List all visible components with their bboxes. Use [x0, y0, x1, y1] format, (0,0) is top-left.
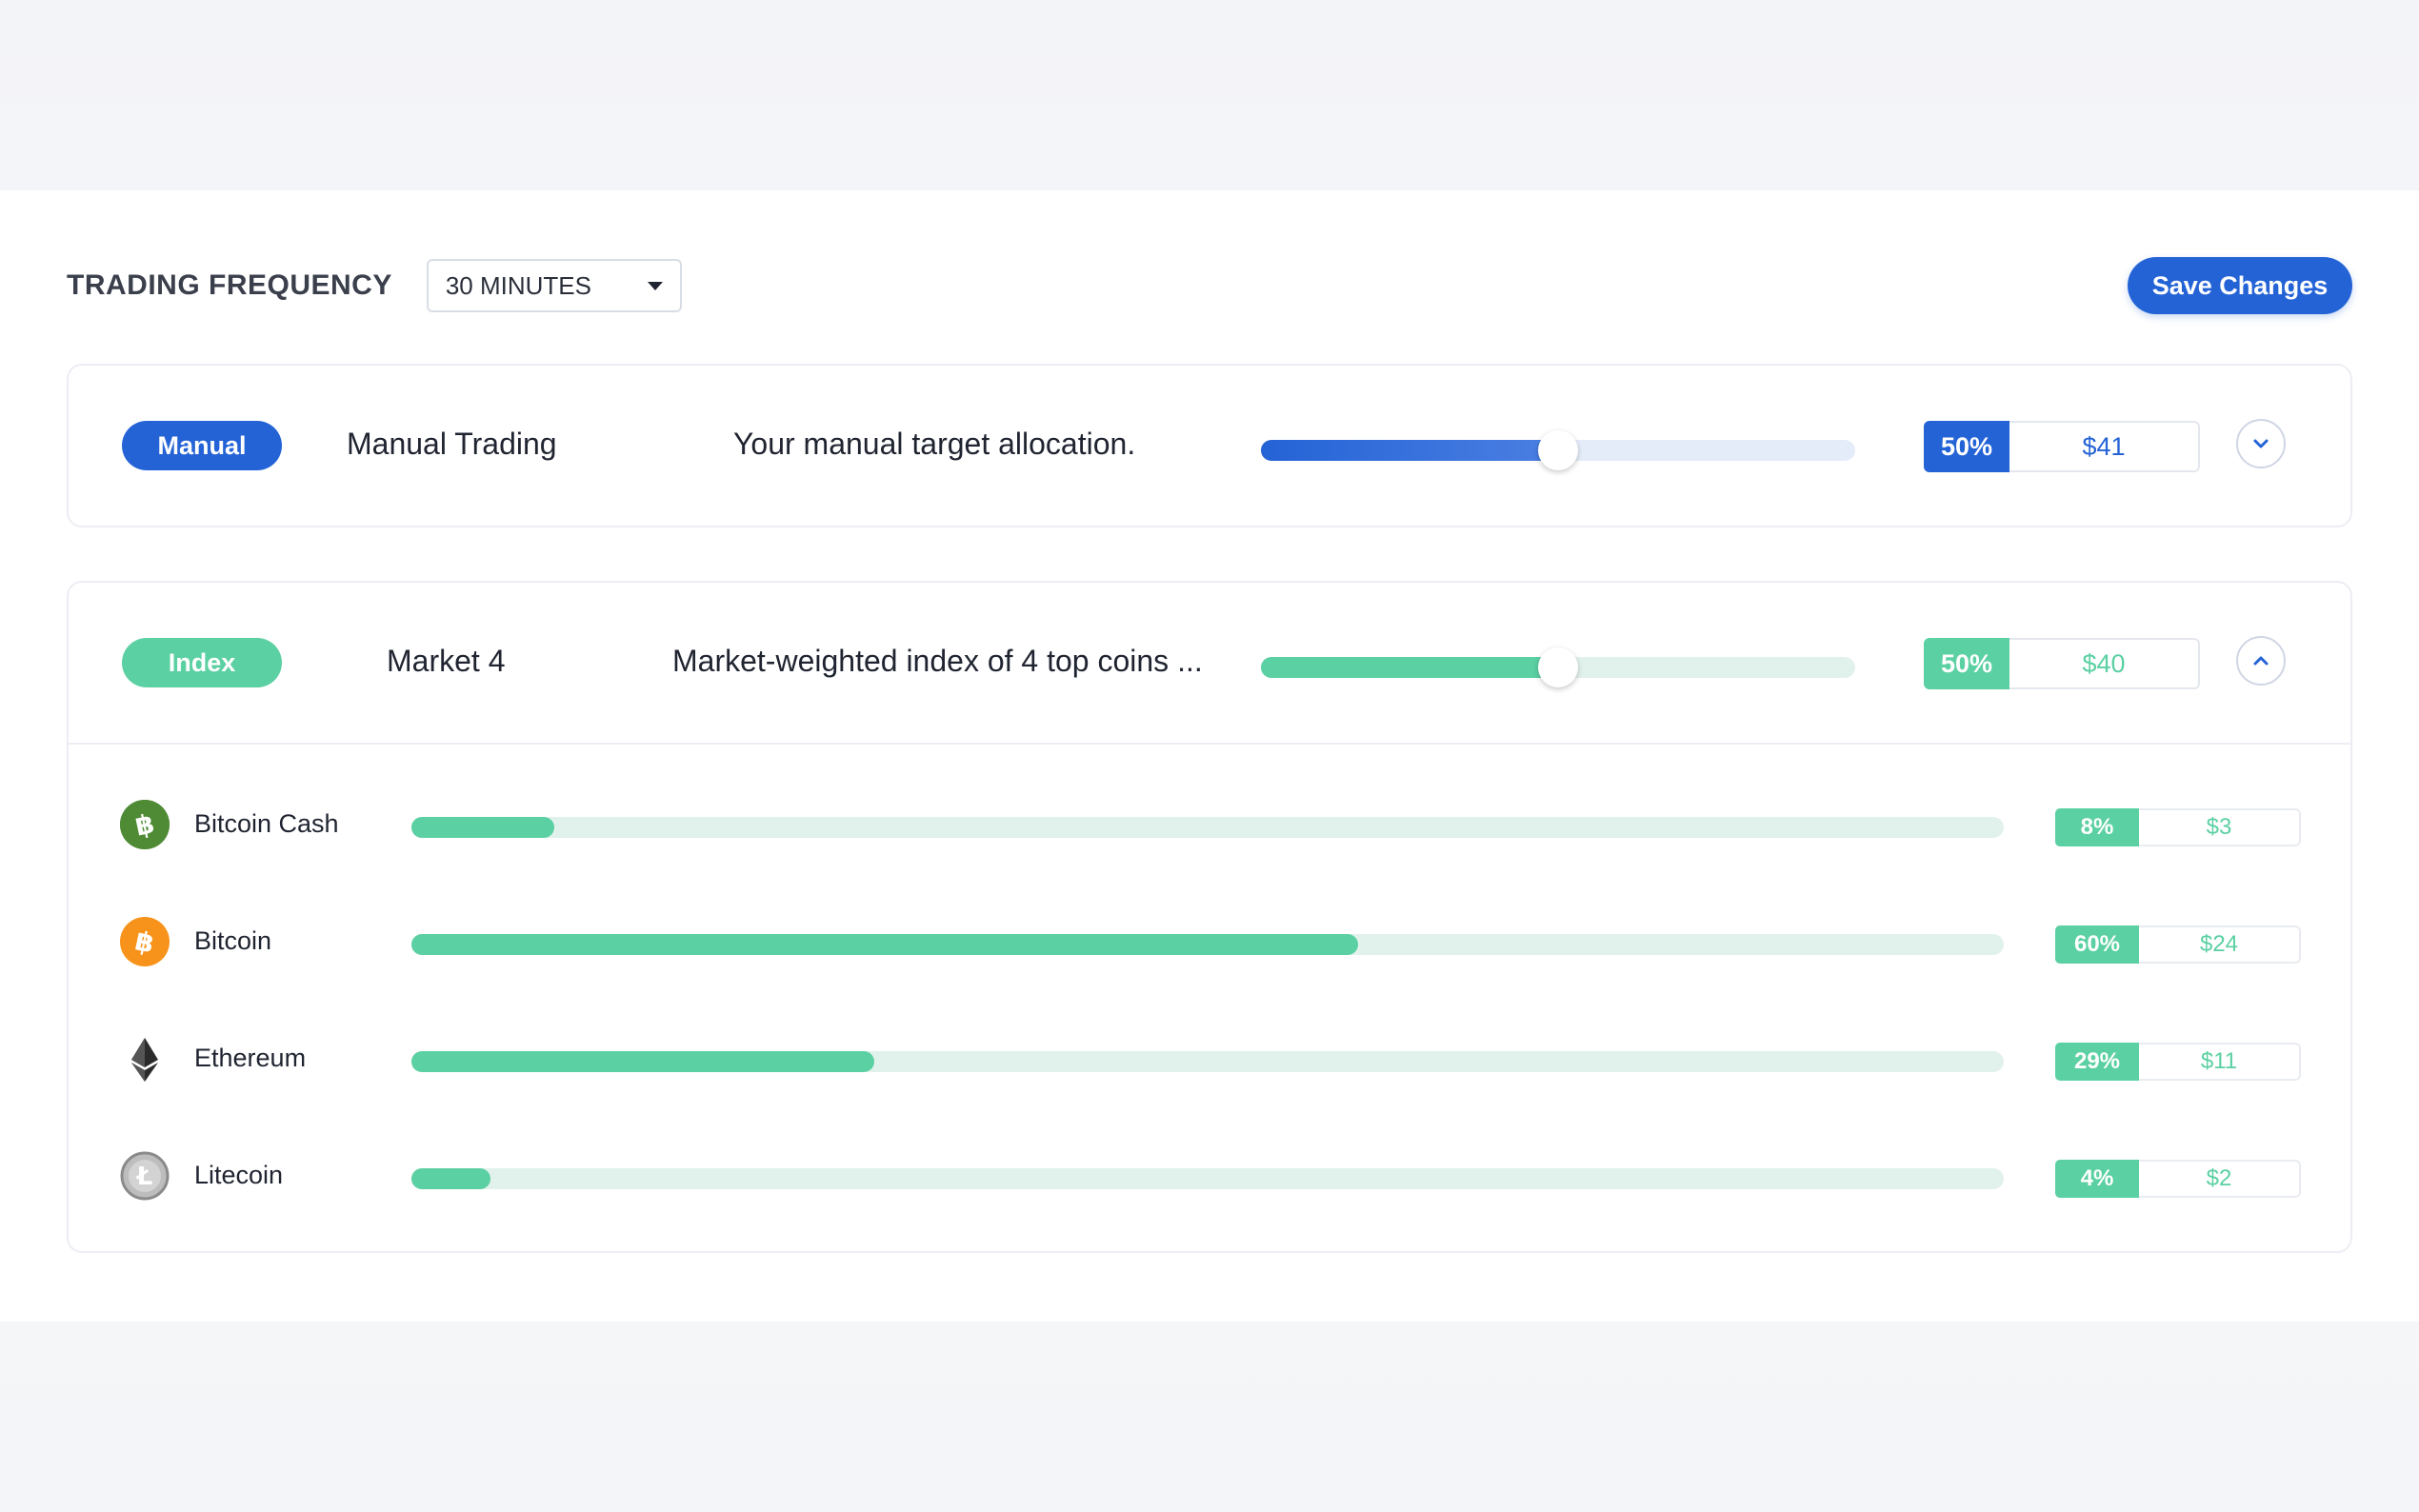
- coin-name: Bitcoin: [194, 926, 272, 955]
- coin-amount: $2: [2139, 1160, 2301, 1198]
- strategy-card-index: Index Market 4 Market-weighted index of …: [67, 581, 2352, 1253]
- strategy-card-manual: Manual Manual Trading Your manual target…: [67, 364, 2352, 527]
- chevron-up-icon: [2253, 656, 2269, 666]
- slider-fill: [1261, 657, 1558, 678]
- slider-handle[interactable]: [1538, 647, 1578, 687]
- coin-allocation-box: 60% $24: [2055, 925, 2301, 964]
- allocation-percent: 50%: [1924, 421, 2009, 472]
- chevron-down-icon: [2253, 439, 2269, 448]
- strategy-row: Manual Manual Trading Your manual target…: [69, 366, 2350, 526]
- frequency-dropdown[interactable]: 30 MINUTES: [426, 259, 682, 312]
- coin-amount: $24: [2139, 925, 2301, 964]
- coin-allocation-box: 8% $3: [2055, 808, 2301, 846]
- litecoin-icon: Ł: [120, 1151, 170, 1201]
- strategy-badge: Index: [122, 638, 282, 687]
- coin-allocation-bar: [411, 1168, 2004, 1189]
- allocation-slider[interactable]: [1261, 430, 1855, 470]
- coin-percent: 60%: [2055, 925, 2139, 964]
- chevron-down-icon: [647, 281, 663, 290]
- allocation-slider[interactable]: [1261, 647, 1855, 687]
- svg-text:Ł: Ł: [135, 1163, 153, 1191]
- allocation-box: 50% $41: [1924, 421, 2200, 472]
- coin-bar-fill: [411, 1168, 490, 1189]
- coin-amount: $11: [2139, 1043, 2301, 1081]
- coin-percent: 8%: [2055, 808, 2139, 846]
- coin-allocation-box: 4% $2: [2055, 1160, 2301, 1198]
- settings-panel: TRADING FREQUENCY 30 MINUTES Save Change…: [0, 190, 2419, 1322]
- frequency-label: TRADING FREQUENCY: [67, 269, 392, 301]
- strategy-name: Manual Trading: [347, 427, 557, 461]
- coin-allocation-bar: [411, 934, 2004, 955]
- allocation-amount-input[interactable]: $41: [2009, 421, 2200, 472]
- coin-percent: 4%: [2055, 1160, 2139, 1198]
- strategy-description: Your manual target allocation.: [733, 427, 1136, 461]
- frequency-row: TRADING FREQUENCY 30 MINUTES Save Change…: [67, 257, 2352, 314]
- coin-name: Ethereum: [194, 1044, 307, 1072]
- coin-amount: $3: [2139, 808, 2301, 846]
- strategy-description: Market-weighted index of 4 top coins ...: [672, 644, 1203, 678]
- coin-allocation-bar: [411, 817, 2004, 838]
- strategy-row: Index Market 4 Market-weighted index of …: [69, 583, 2350, 743]
- allocation-box: 50% $40: [1924, 638, 2200, 689]
- bitcoin-icon: ฿: [120, 917, 170, 966]
- coin-row-litecoin: Ł Litecoin 4% $2: [69, 1119, 2350, 1236]
- coin-bar-fill: [411, 934, 1358, 955]
- coin-row-ethereum: Ethereum 29% $11: [69, 1002, 2350, 1119]
- allocation-percent: 50%: [1924, 638, 2009, 689]
- coin-row-bitcoin: ฿ Bitcoin 60% $24: [69, 885, 2350, 1002]
- coin-name: Litecoin: [194, 1161, 284, 1189]
- allocation-amount-input[interactable]: $40: [2009, 638, 2200, 689]
- expand-button[interactable]: [2236, 419, 2286, 468]
- save-changes-button[interactable]: Save Changes: [2128, 257, 2352, 314]
- collapse-button[interactable]: [2236, 636, 2286, 686]
- coin-bar-fill: [411, 817, 554, 838]
- coin-row-bitcoin-cash: ฿ Bitcoin Cash 8% $3: [69, 767, 2350, 885]
- frequency-value: 30 MINUTES: [445, 270, 591, 300]
- coin-allocation-box: 29% $11: [2055, 1043, 2301, 1081]
- bitcoin-cash-icon: ฿: [120, 800, 170, 849]
- slider-fill: [1261, 440, 1558, 461]
- coin-bar-fill: [411, 1051, 874, 1072]
- coin-percent: 29%: [2055, 1043, 2139, 1081]
- coin-name: Bitcoin Cash: [194, 809, 339, 838]
- coin-list: ฿ Bitcoin Cash 8% $3 ฿ Bitcoin 60% $24 E…: [69, 745, 2350, 1236]
- strategy-badge: Manual: [122, 421, 282, 470]
- coin-allocation-bar: [411, 1051, 2004, 1072]
- strategy-name: Market 4: [387, 644, 506, 678]
- ethereum-icon: [120, 1034, 170, 1084]
- slider-handle[interactable]: [1538, 430, 1578, 470]
